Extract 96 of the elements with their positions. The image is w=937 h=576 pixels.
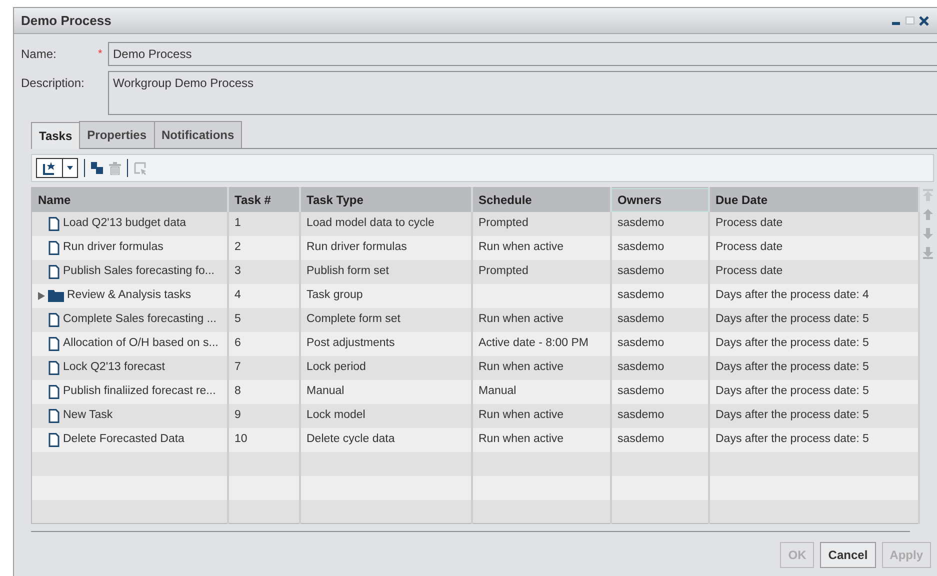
new-task-button[interactable] [36,158,78,178]
table-cell: 1 [228,212,300,236]
table-cell: sasdemo [610,308,708,332]
column-header[interactable]: Task Type [300,188,472,212]
table-cell: 7 [228,356,300,380]
task-name: Complete Sales forecasting ... [63,312,216,327]
table-cell: sasdemo [610,332,708,356]
required-mark: * [98,47,104,62]
task-name: Delete Forecasted Data [63,432,184,447]
table-cell: Run when active [472,428,610,452]
table-cell: Run driver formulas [300,236,472,260]
table-cell: Process date [708,236,918,260]
column-header[interactable]: Due Date [708,188,918,212]
table-cell: Run when active [472,356,610,380]
task-name: Publish Sales forecasting fo... [63,264,214,279]
table-cell: Lock period [300,356,472,380]
table-cell: 3 [228,260,300,284]
close-icon[interactable] [919,16,929,26]
table-cell: Days after the process date: 5 [708,308,918,332]
move-down-icon[interactable] [923,228,934,239]
column-header[interactable]: Schedule [472,188,610,212]
name-field[interactable]: Demo Process [108,42,937,66]
document-icon [48,432,60,446]
column-header[interactable]: Owners [610,188,708,212]
table-cell: Run when active [472,236,610,260]
maximize-icon[interactable] [905,16,915,26]
table-cell: Manual [300,380,472,404]
tab[interactable]: Tasks [31,122,80,149]
task-name: Lock Q2'13 forecast [63,360,165,375]
move-to-top-icon[interactable] [923,189,934,201]
new-task-icon [42,161,56,175]
task-name: Load Q2'13 budget data [63,216,186,231]
table-cell: Active date - 8:00 PM [472,332,610,356]
table-cell: Days after the process date: 5 [708,380,918,404]
table-cell: sasdemo [610,356,708,380]
table-cell: sasdemo [610,428,708,452]
table-cell: sasdemo [610,404,708,428]
table-cell: Prompted [472,260,610,284]
table-cell: sasdemo [610,260,708,284]
table-cell: Days after the process date: 4 [708,284,918,308]
table-cell: 5 [228,308,300,332]
document-icon [48,264,60,278]
task-name: Run driver formulas [63,240,164,255]
field-label: Name: [21,46,58,63]
document-icon [48,312,60,326]
move-to-bottom-icon[interactable] [923,247,934,259]
table-cell: Complete form set [300,308,472,332]
table-cell: Process date [708,212,918,236]
table-cell: Run when active [472,308,610,332]
document-icon [48,384,60,398]
table-cell: 8 [228,380,300,404]
table-cell: sasdemo [610,380,708,404]
task-name: New Task [63,408,113,423]
field-label: Description: [21,75,86,92]
table-cell: sasdemo [610,212,708,236]
expand-arrow-icon[interactable] [38,292,45,300]
table-cell: sasdemo [610,236,708,260]
table-cell: 9 [228,404,300,428]
table-cell: Days after the process date: 5 [708,356,918,380]
tab[interactable]: Properties [79,121,154,148]
table-cell: Run when active [472,404,610,428]
table-cell: Days after the process date: 5 [708,404,918,428]
task-name: Allocation of O/H based on s... [63,336,218,351]
table-cell: Days after the process date: 5 [708,332,918,356]
table-cell: 4 [228,284,300,308]
copy-icon[interactable] [91,162,103,174]
table-cell: Publish form set [300,260,472,284]
table-cell: Process date [708,260,918,284]
column-header[interactable]: Task # [228,188,300,212]
table-cell: Post adjustments [300,332,472,356]
document-icon [48,240,60,254]
tab[interactable]: Notifications [154,121,242,148]
task-name: Publish finaliized forecast re... [63,384,216,399]
move-up-icon[interactable] [923,209,934,220]
table-cell: Delete cycle data [300,428,472,452]
table-cell: 10 [228,428,300,452]
task-name: Review & Analysis tasks [67,288,191,303]
table-cell: Prompted [472,212,610,236]
document-icon [48,336,60,350]
document-icon [48,216,60,230]
table-cell: Lock model [300,404,472,428]
description-field[interactable]: Workgroup Demo Process [108,71,937,115]
table-cell: 2 [228,236,300,260]
table-cell: Task group [300,284,472,308]
table-cell: Manual [472,380,610,404]
dialog-button[interactable]: Cancel [820,542,876,568]
table-cell: Days after the process date: 5 [708,428,918,452]
window-title: Demo Process [21,12,112,30]
table-cell: 6 [228,332,300,356]
document-icon [48,360,60,374]
column-header[interactable]: Name [32,188,228,212]
table-cell: sasdemo [610,284,708,308]
table-cell: Load model data to cycle [300,212,472,236]
folder-icon [48,289,64,302]
caret-icon [67,166,73,170]
document-icon [48,408,60,422]
